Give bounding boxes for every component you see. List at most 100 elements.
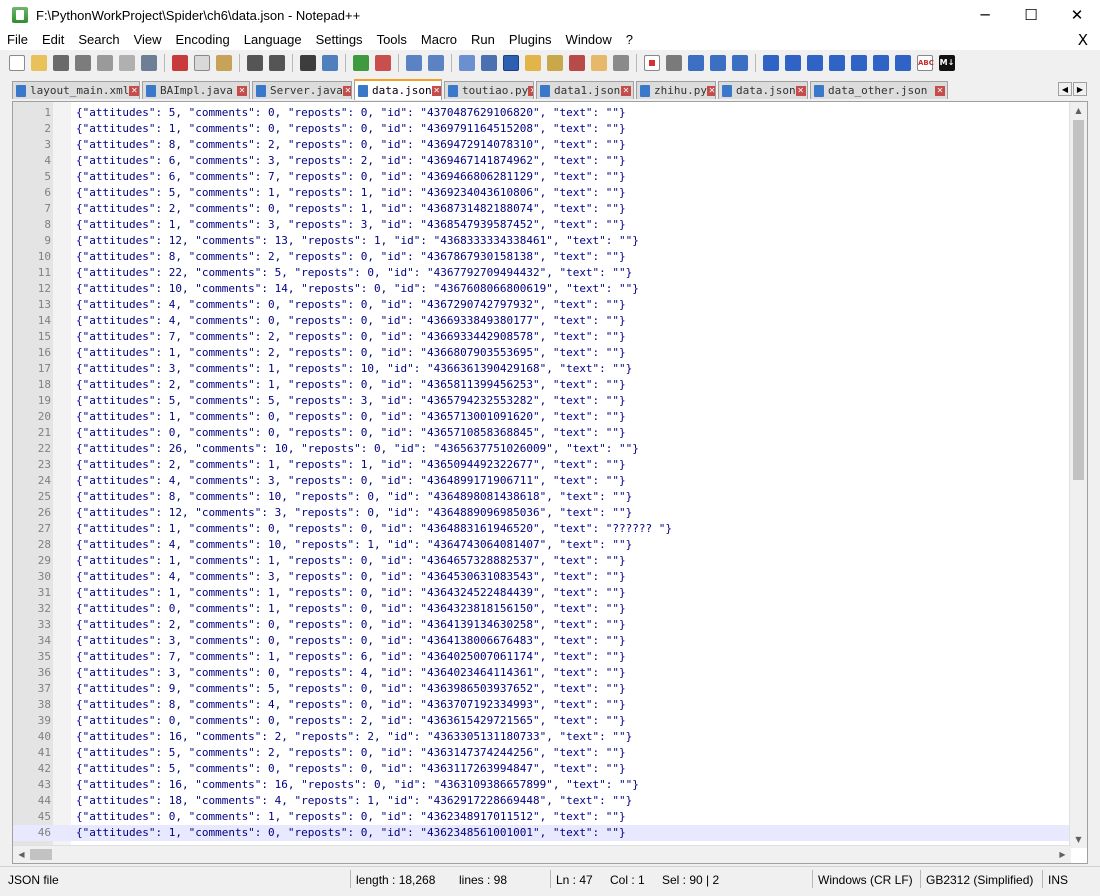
code-line[interactable]: 3 {"attitudes": 8, "comments": 2, "repost…	[13, 137, 1073, 153]
code-line[interactable]: 35 {"attitudes": 7, "comments": 1, "repos…	[13, 649, 1073, 665]
tab-close-icon[interactable]: ✕	[129, 85, 139, 96]
zoom-in-icon[interactable]	[353, 55, 369, 71]
code-line[interactable]: 22 {"attitudes": 26, "comments": 10, "rep…	[13, 441, 1073, 457]
code-line[interactable]: 12 {"attitudes": 10, "comments": 14, "rep…	[13, 281, 1073, 297]
copy-icon[interactable]	[194, 55, 210, 71]
scroll-right-icon[interactable]: ▶	[1054, 846, 1071, 863]
code-line[interactable]: 14 {"attitudes": 4, "comments": 0, "repos…	[13, 313, 1073, 329]
spell-check-icon[interactable]: ABC	[917, 55, 934, 71]
code-line[interactable]: 19 {"attitudes": 5, "comments": 5, "repos…	[13, 393, 1073, 409]
folder-workspace-icon[interactable]	[591, 55, 607, 71]
code-line[interactable]: 37 {"attitudes": 9, "comments": 5, "repos…	[13, 681, 1073, 697]
minimize-button[interactable]: ─	[962, 0, 1008, 30]
code-line[interactable]: 38 {"attitudes": 8, "comments": 4, "repos…	[13, 697, 1073, 713]
code-line[interactable]: 11 {"attitudes": 22, "comments": 5, "repo…	[13, 265, 1073, 281]
unfold-icon[interactable]	[895, 55, 911, 71]
all-chars-icon[interactable]	[481, 55, 497, 71]
sync-h-icon[interactable]	[428, 55, 444, 71]
maximize-button[interactable]: ☐	[1008, 0, 1054, 30]
code-line[interactable]: 26 {"attitudes": 12, "comments": 3, "repo…	[13, 505, 1073, 521]
function-list-icon[interactable]	[569, 55, 585, 71]
indent-guide-icon[interactable]	[503, 55, 519, 71]
code-line[interactable]: 4 {"attitudes": 6, "comments": 3, "repost…	[13, 153, 1073, 169]
code-line[interactable]: 32 {"attitudes": 0, "comments": 1, "repos…	[13, 601, 1073, 617]
code-line[interactable]: 20 {"attitudes": 1, "comments": 0, "repos…	[13, 409, 1073, 425]
code-line[interactable]: 17 {"attitudes": 3, "comments": 1, "repos…	[13, 361, 1073, 377]
code-line[interactable]: 15 {"attitudes": 7, "comments": 2, "repos…	[13, 329, 1073, 345]
menu-run[interactable]: Run	[464, 30, 502, 50]
cut-icon[interactable]	[172, 55, 188, 71]
replace-icon[interactable]	[322, 55, 338, 71]
code-line[interactable]: 28 {"attitudes": 4, "comments": 10, "repo…	[13, 537, 1073, 553]
tab-layout-main-xml[interactable]: layout_main.xml ✕	[12, 81, 140, 99]
play-macro-icon[interactable]	[688, 55, 704, 71]
scroll-thumb[interactable]	[1073, 120, 1084, 480]
code-line[interactable]: 39 {"attitudes": 0, "comments": 0, "repos…	[13, 713, 1073, 729]
code-line[interactable]: 5 {"attitudes": 6, "comments": 7, "repost…	[13, 169, 1073, 185]
up-icon[interactable]	[829, 55, 845, 71]
menu-search[interactable]: Search	[71, 30, 126, 50]
menu-help[interactable]: ?	[619, 30, 640, 50]
code-line[interactable]: 6 {"attitudes": 5, "comments": 1, "repost…	[13, 185, 1073, 201]
code-line[interactable]: 29 {"attitudes": 1, "comments": 1, "repos…	[13, 553, 1073, 569]
code-line[interactable]: 24 {"attitudes": 4, "comments": 3, "repos…	[13, 473, 1073, 489]
open-file-icon[interactable]	[31, 55, 47, 71]
record-macro-icon[interactable]	[644, 55, 660, 71]
monitor-icon[interactable]	[613, 55, 629, 71]
code-line[interactable]: 1 {"attitudes": 5, "comments": 0, "repost…	[13, 105, 1073, 121]
sync-v-icon[interactable]	[406, 55, 422, 71]
tab-close-icon[interactable]: ✕	[935, 85, 945, 96]
code-line[interactable]: 42 {"attitudes": 5, "comments": 0, "repos…	[13, 761, 1073, 777]
close-document-button[interactable]: X	[1078, 30, 1088, 50]
horizontal-scrollbar[interactable]: ◀ ▶	[13, 845, 1071, 863]
redo-icon[interactable]	[269, 55, 285, 71]
tab-scroll-right-icon[interactable]: ▶	[1073, 82, 1087, 96]
undo-icon[interactable]	[247, 55, 263, 71]
code-line[interactable]: 8 {"attitudes": 1, "comments": 3, "repost…	[13, 217, 1073, 233]
tab-close-icon[interactable]: ✕	[237, 85, 247, 96]
code-line[interactable]: 33 {"attitudes": 2, "comments": 0, "repos…	[13, 617, 1073, 633]
tab-close-icon[interactable]: ✕	[795, 85, 806, 96]
next-bookmark-icon[interactable]	[807, 55, 823, 71]
udl-icon[interactable]	[525, 55, 541, 71]
new-file-icon[interactable]	[9, 55, 25, 71]
tab-data-json-2[interactable]: data.json ✕	[718, 81, 808, 99]
menu-file[interactable]: File	[0, 30, 35, 50]
code-line[interactable]: 13 {"attitudes": 4, "comments": 0, "repos…	[13, 297, 1073, 313]
tab-close-icon[interactable]: ✕	[706, 85, 715, 96]
tab-data-json-active[interactable]: data.json ✕	[354, 79, 442, 100]
menu-settings[interactable]: Settings	[309, 30, 370, 50]
word-wrap-icon[interactable]	[459, 55, 475, 71]
tab-baimpl-java[interactable]: BAImpl.java ✕	[142, 81, 250, 99]
menu-edit[interactable]: Edit	[35, 30, 71, 50]
stop-macro-icon[interactable]	[666, 55, 682, 71]
save-all-icon[interactable]	[75, 55, 91, 71]
tab-close-icon[interactable]: ✕	[621, 85, 631, 96]
code-line[interactable]: 40 {"attitudes": 16, "comments": 2, "repo…	[13, 729, 1073, 745]
editor-pane[interactable]: 1 {"attitudes": 5, "comments": 0, "repost…	[12, 101, 1088, 864]
save-icon[interactable]	[53, 55, 69, 71]
down-icon[interactable]	[851, 55, 867, 71]
menu-macro[interactable]: Macro	[414, 30, 464, 50]
scroll-up-icon[interactable]: ▲	[1070, 102, 1087, 119]
find-icon[interactable]	[300, 55, 316, 71]
code-line[interactable]: 30 {"attitudes": 4, "comments": 3, "repos…	[13, 569, 1073, 585]
tab-data-other-json[interactable]: data_other.json ✕	[810, 81, 948, 99]
code-line[interactable]: 18 {"attitudes": 2, "comments": 1, "repos…	[13, 377, 1073, 393]
code-line[interactable]: 34 {"attitudes": 3, "comments": 0, "repos…	[13, 633, 1073, 649]
code-line[interactable]: 10 {"attitudes": 8, "comments": 2, "repos…	[13, 249, 1073, 265]
tab-server-java[interactable]: Server.java ✕	[252, 81, 352, 99]
tab-scroll-left-icon[interactable]: ◀	[1058, 82, 1072, 96]
code-line[interactable]: 23 {"attitudes": 2, "comments": 1, "repos…	[13, 457, 1073, 473]
menu-plugins[interactable]: Plugins	[502, 30, 559, 50]
code-line[interactable]: 36 {"attitudes": 3, "comments": 0, "repos…	[13, 665, 1073, 681]
close-icon[interactable]	[97, 55, 113, 71]
tab-zhihu-py[interactable]: zhihu.py ✕	[636, 81, 716, 99]
menu-language[interactable]: Language	[237, 30, 309, 50]
paste-icon[interactable]	[216, 55, 232, 71]
doc-map-icon[interactable]	[547, 55, 563, 71]
code-line[interactable]: 25 {"attitudes": 8, "comments": 10, "repo…	[13, 489, 1073, 505]
code-line[interactable]: 2 {"attitudes": 1, "comments": 0, "repost…	[13, 121, 1073, 137]
tab-close-icon[interactable]: ✕	[342, 85, 351, 96]
bookmark-icon[interactable]	[763, 55, 779, 71]
